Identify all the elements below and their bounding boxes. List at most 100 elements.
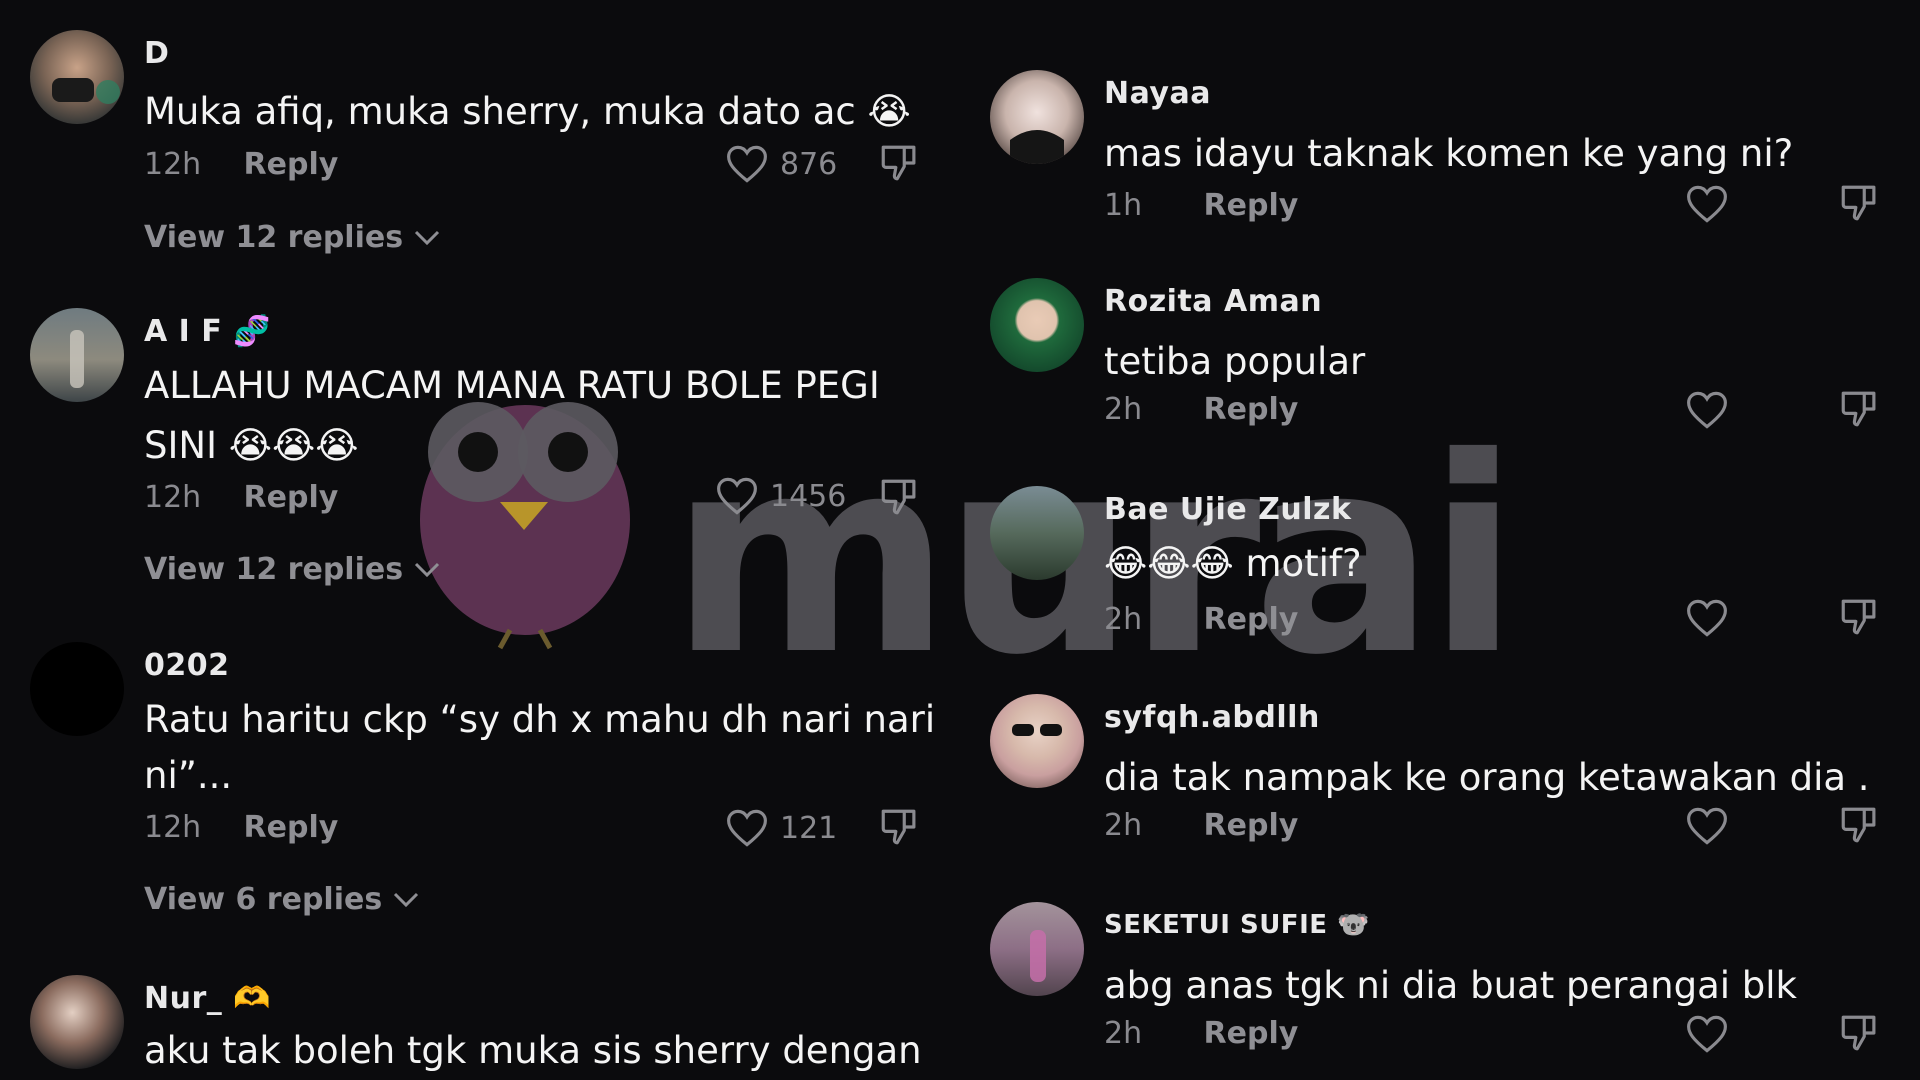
- reply-button[interactable]: Reply: [244, 810, 339, 845]
- crying-emojis: 😭😭😭: [228, 424, 359, 467]
- like-button[interactable]: [1686, 598, 1728, 638]
- comment-item: D Muka afiq, muka sherry, muka dato ac 😭…: [0, 30, 960, 270]
- comment-text-body: Muka afiq, muka sherry, muka dato ac: [144, 90, 856, 133]
- chevron-down-icon: [415, 230, 440, 245]
- timestamp: 12h: [144, 810, 202, 845]
- comment-item: 0202 Ratu haritu ckp “sy dh x mahu dh na…: [0, 642, 960, 942]
- dislike-button[interactable]: [1838, 1012, 1880, 1054]
- avatar[interactable]: [30, 308, 124, 402]
- comment-text: Muka afiq, muka sherry, muka dato ac 😭: [144, 82, 911, 142]
- comment-meta: 12h Reply: [144, 480, 338, 515]
- username[interactable]: SEKETUI SUFIE 🐨: [1104, 910, 1370, 940]
- like-count: 121: [780, 810, 838, 846]
- view-replies-button[interactable]: View 12 replies: [144, 220, 441, 255]
- crying-emoji: 😭: [867, 90, 911, 133]
- like-button[interactable]: 876: [726, 144, 837, 184]
- heart-icon: [727, 809, 767, 847]
- dislike-button[interactable]: [1838, 388, 1880, 430]
- avatar[interactable]: [990, 70, 1084, 164]
- dislike-button[interactable]: [1838, 804, 1880, 846]
- like-button[interactable]: 1456: [716, 476, 846, 516]
- comment-text-body: SINI: [144, 424, 217, 467]
- heart-icon: [1687, 1015, 1727, 1053]
- comment-text: abg anas tgk ni dia buat perangai blk: [1104, 964, 1797, 1007]
- reply-button[interactable]: Reply: [1204, 188, 1299, 223]
- comment-text: tetiba popular: [1104, 340, 1366, 383]
- like-button[interactable]: [1686, 184, 1728, 224]
- dislike-button[interactable]: [878, 142, 920, 184]
- comment-text: ALLAHU MACAM MANA RATU BOLE PEGI SINI 😭😭…: [144, 356, 880, 476]
- avatar[interactable]: [990, 486, 1084, 580]
- heart-icon: [1687, 807, 1727, 845]
- avatar[interactable]: [30, 642, 124, 736]
- comment-item: Bae Ujie Zulzk 😂😂😂 motif? 2h Reply: [960, 486, 1920, 666]
- thumbs-down-icon: [881, 809, 916, 845]
- username[interactable]: D: [144, 36, 169, 71]
- comment-meta: 12h Reply: [144, 810, 338, 845]
- comment-text: dia tak nampak ke orang ketawakan dia .: [1104, 756, 1870, 799]
- heart-icon: [1687, 599, 1727, 637]
- avatar[interactable]: [990, 694, 1084, 788]
- comment-item: Rozita Aman tetiba popular 2h Reply: [960, 278, 1920, 458]
- username[interactable]: Nur_ 🫶: [144, 981, 271, 1016]
- like-button[interactable]: [1686, 390, 1728, 430]
- thumbs-down-icon: [1841, 599, 1876, 635]
- reply-button[interactable]: Reply: [1204, 392, 1299, 427]
- comment-item: Nayaa mas idayu taknak komen ke yang ni?…: [960, 70, 1920, 250]
- reply-button[interactable]: Reply: [1204, 602, 1299, 637]
- reply-button[interactable]: Reply: [244, 147, 339, 182]
- username[interactable]: Bae Ujie Zulzk: [1104, 492, 1351, 527]
- avatar[interactable]: [30, 30, 124, 124]
- username-text: Nur_: [144, 981, 223, 1016]
- comment-item: Nur_ 🫶 aku tak boleh tgk muka sis sherry…: [0, 975, 960, 1080]
- reply-button[interactable]: Reply: [1204, 1016, 1299, 1051]
- timestamp: 12h: [144, 147, 202, 182]
- username[interactable]: Nayaa: [1104, 76, 1211, 111]
- like-button[interactable]: [1686, 1014, 1728, 1054]
- comment-text: Ratu haritu ckp “sy dh x mahu dh nari na…: [144, 692, 935, 804]
- avatar[interactable]: [30, 975, 124, 1069]
- comment-meta: 2h Reply: [1104, 1016, 1298, 1051]
- comment-meta: 2h Reply: [1104, 392, 1298, 427]
- username[interactable]: 0202: [144, 648, 230, 683]
- thumbs-down-icon: [1841, 807, 1876, 843]
- comment-meta: 1h Reply: [1104, 188, 1298, 223]
- thumbs-down-icon: [1841, 391, 1876, 427]
- comment-text: mas idayu taknak komen ke yang ni?: [1104, 132, 1794, 175]
- username-text: A I F: [144, 314, 223, 349]
- thumbs-down-icon: [1841, 185, 1876, 221]
- like-button[interactable]: [1686, 806, 1728, 846]
- laughing-emojis: 😂😂😂: [1104, 542, 1234, 585]
- thumbs-down-icon: [881, 479, 916, 515]
- reply-button[interactable]: Reply: [244, 480, 339, 515]
- like-button[interactable]: 121: [726, 808, 837, 848]
- avatar[interactable]: [990, 278, 1084, 372]
- username[interactable]: Rozita Aman: [1104, 284, 1322, 319]
- heart-icon: [1687, 391, 1727, 429]
- dislike-button[interactable]: [878, 476, 920, 518]
- dislike-button[interactable]: [1838, 182, 1880, 224]
- chevron-down-icon: [394, 892, 419, 907]
- comment-text-line: SINI 😭😭😭: [144, 416, 880, 476]
- comment-item: A I F 🧬 ALLAHU MACAM MANA RATU BOLE PEGI…: [0, 308, 960, 608]
- timestamp: 2h: [1104, 1016, 1143, 1051]
- view-replies-button[interactable]: View 6 replies: [144, 882, 420, 917]
- dislike-button[interactable]: [1838, 596, 1880, 638]
- comment-meta: 12h Reply: [144, 147, 338, 182]
- username[interactable]: syfqh.abdllh: [1104, 700, 1320, 735]
- heart-icon: [717, 477, 757, 515]
- timestamp: 2h: [1104, 392, 1143, 427]
- like-count: 876: [780, 146, 838, 182]
- view-replies-label: View 12 replies: [144, 552, 404, 587]
- timestamp: 12h: [144, 480, 202, 515]
- avatar[interactable]: [990, 902, 1084, 996]
- username[interactable]: A I F 🧬: [144, 314, 271, 349]
- timestamp: 2h: [1104, 602, 1143, 637]
- comments-screen: murai D Muka afiq, muka sherry, muka dat…: [0, 0, 1920, 1080]
- view-replies-button[interactable]: View 12 replies: [144, 552, 441, 587]
- reply-button[interactable]: Reply: [1204, 808, 1299, 843]
- dislike-button[interactable]: [878, 806, 920, 848]
- comment-text: 😂😂😂 motif?: [1104, 534, 1362, 594]
- thumbs-down-icon: [881, 145, 916, 181]
- chevron-down-icon: [415, 562, 440, 577]
